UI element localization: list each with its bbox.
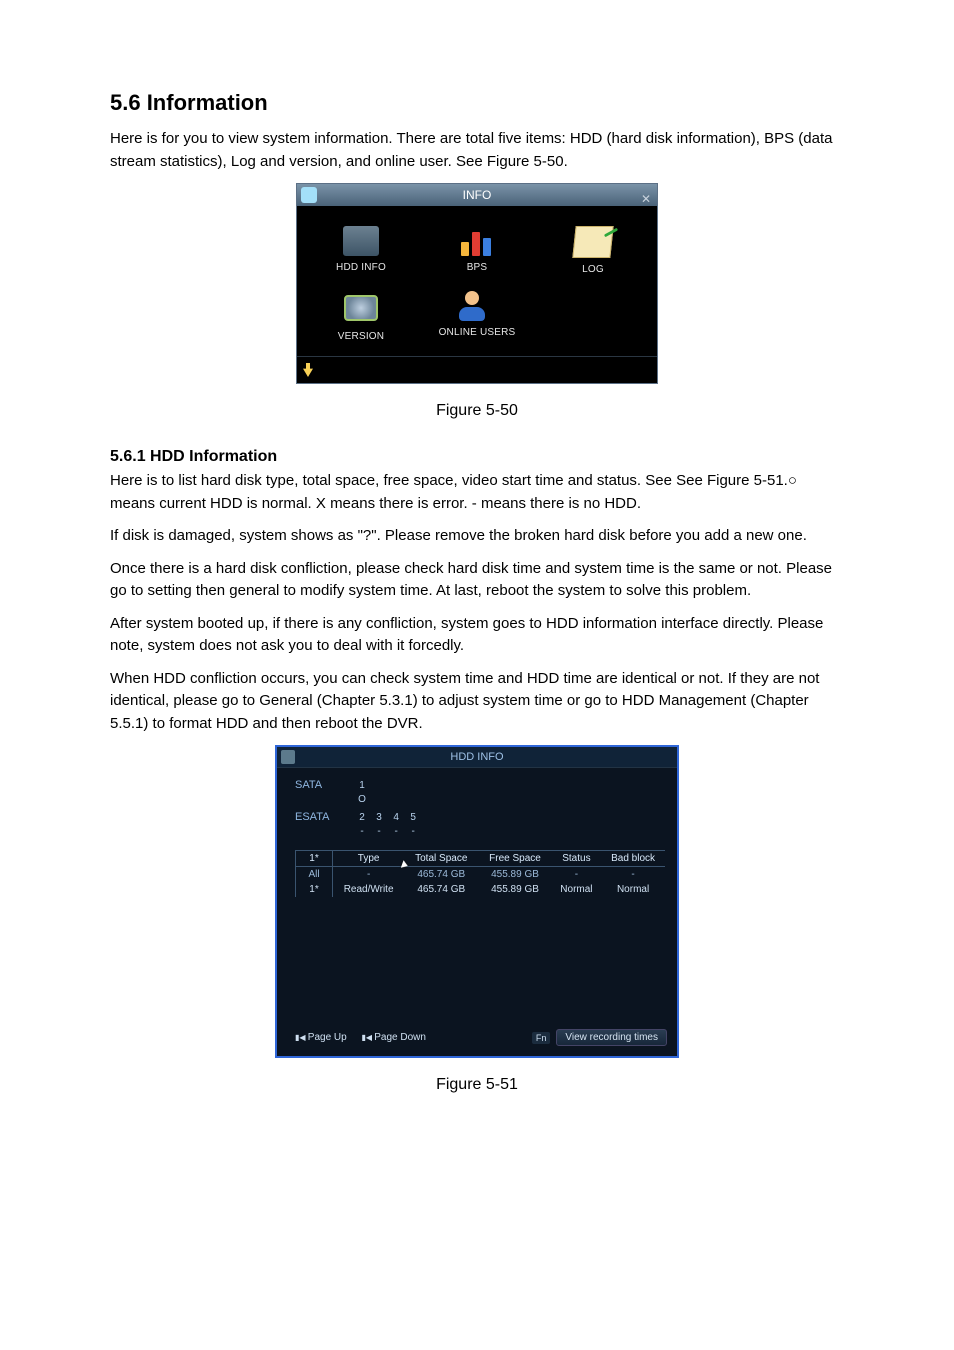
info-item-version[interactable]: VERSION	[303, 285, 419, 352]
subsection-heading: 5.6.1 HDD Information	[110, 448, 844, 466]
sub-p2: If disk is damaged, system shows as "?".…	[110, 525, 844, 548]
sub-p4: After system booted up, if there is any …	[110, 613, 844, 658]
hdd-info-window: HDD INFO SATA 1 O ESATA 2 3 4	[275, 745, 679, 1058]
esata-marks: - - - -	[355, 825, 420, 837]
hdd-titlebar: HDD INFO	[277, 747, 677, 768]
info-item-online-users[interactable]: ONLINE USERS	[419, 285, 535, 352]
log-label: LOG	[535, 264, 651, 275]
esata-marks-row: - - - -	[295, 824, 665, 838]
esata-numbers: 2 3 4 5	[355, 811, 420, 823]
figure-caption-2: Figure 5-51	[110, 1076, 844, 1094]
esata-label: ESATA	[295, 811, 341, 823]
hdd-table: 1* Type Total Space Free Space Status Ba…	[295, 850, 665, 897]
info-title: INFO	[463, 188, 492, 202]
col-type: Type	[333, 851, 405, 867]
col-index: 1*	[296, 851, 333, 867]
online-users-label: ONLINE USERS	[419, 327, 535, 338]
table-row: All - 465.74 GB 455.89 GB - -	[296, 867, 666, 883]
fn-key-label[interactable]: Fn	[532, 1032, 551, 1044]
page-up-button[interactable]: Page Up	[295, 1032, 347, 1043]
bps-icon	[459, 226, 495, 256]
section-heading: 5.6 Information	[110, 90, 844, 116]
version-icon	[344, 295, 378, 321]
col-status: Status	[552, 851, 601, 867]
info-item-bps[interactable]: BPS	[419, 220, 535, 285]
hdd-icon	[343, 226, 379, 256]
hdd-label: HDD INFO	[303, 262, 419, 273]
col-free: Free Space	[478, 851, 551, 867]
sub-p1: Here is to list hard disk type, total sp…	[110, 470, 844, 515]
col-bad: Bad block	[601, 851, 665, 867]
info-window: INFO ✕ HDD INFO BPS LOG VERSION ONLI	[296, 183, 658, 384]
version-label: VERSION	[303, 331, 419, 342]
sub-p5: When HDD confliction occurs, you can che…	[110, 668, 844, 736]
sata-marks: O	[355, 793, 369, 805]
sata-numbers: 1	[355, 779, 369, 791]
sata-row: SATA 1	[295, 778, 665, 792]
bps-label: BPS	[419, 262, 535, 273]
page-down-button[interactable]: Page Down	[361, 1032, 425, 1043]
close-icon[interactable]: ✕	[641, 188, 651, 210]
online-users-icon	[459, 291, 495, 321]
figure-caption-1: Figure 5-50	[110, 402, 844, 420]
intro-paragraph: Here is for you to view system informati…	[110, 128, 844, 173]
sub-p3: Once there is a hard disk confliction, p…	[110, 558, 844, 603]
view-recording-times-button[interactable]: View recording times	[556, 1029, 667, 1046]
info-titlebar: INFO ✕	[297, 184, 657, 206]
info-item-hdd[interactable]: HDD INFO	[303, 220, 419, 285]
info-hintbar	[297, 356, 657, 383]
esata-row: ESATA 2 3 4 5	[295, 810, 665, 824]
col-total: Total Space	[404, 851, 478, 867]
table-row[interactable]: 1* Read/Write 465.74 GB 455.89 GB Normal…	[296, 882, 666, 897]
info-item-empty	[535, 285, 651, 352]
window-icon	[301, 187, 317, 203]
info-item-log[interactable]: LOG	[535, 220, 651, 285]
table-header-row: 1* Type Total Space Free Space Status Ba…	[296, 851, 666, 867]
sata-label: SATA	[295, 779, 341, 791]
hdd-title: HDD INFO	[450, 751, 503, 763]
log-icon	[572, 226, 613, 258]
sata-marks-row: O	[295, 792, 665, 806]
window-icon	[281, 750, 295, 764]
